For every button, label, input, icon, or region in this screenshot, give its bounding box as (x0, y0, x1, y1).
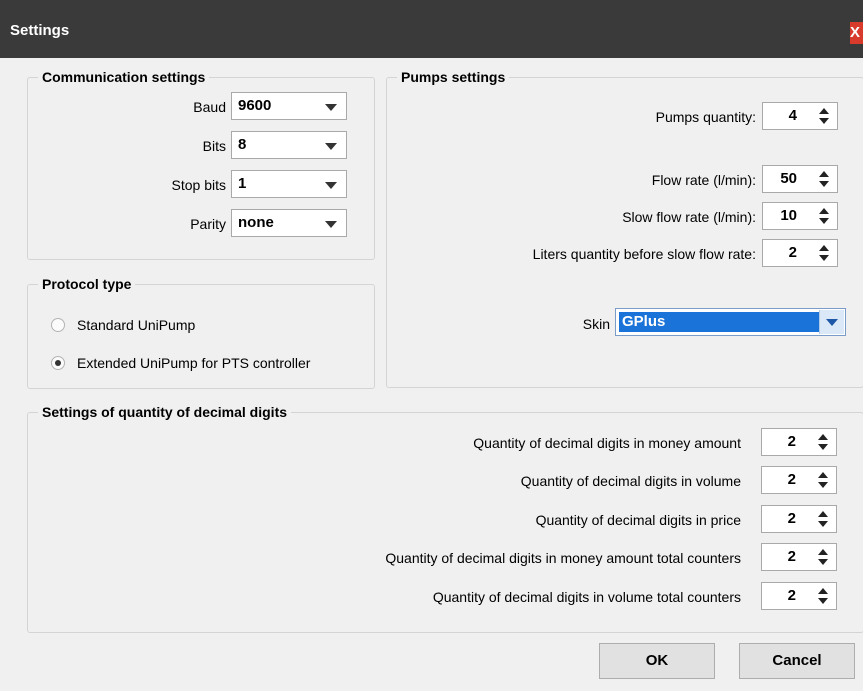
pumps-quantity-label: Pumps quantity: (655, 109, 756, 125)
decimal-money-total-value: 2 (787, 548, 796, 565)
decimal-price-label: Quantity of decimal digits in price (535, 512, 741, 528)
parity-label: Parity (190, 216, 226, 232)
liters-before-slow-stepper[interactable]: 2 (762, 239, 838, 267)
spin-arrows-icon[interactable] (818, 472, 828, 488)
pumps-quantity-value: 4 (788, 107, 797, 124)
communication-settings-title: Communication settings (38, 68, 210, 86)
parity-value: none (238, 214, 274, 231)
chevron-down-icon (325, 221, 337, 228)
decimal-price-value: 2 (787, 510, 796, 527)
extended-unipump-radio[interactable] (51, 356, 65, 370)
spin-arrows-icon[interactable] (818, 511, 828, 527)
slow-flow-rate-label: Slow flow rate (l/min): (622, 209, 756, 225)
spin-arrows-icon[interactable] (819, 108, 829, 124)
bits-label: Bits (202, 138, 226, 154)
radio-selected-dot (55, 360, 61, 366)
close-button[interactable]: X (850, 22, 863, 44)
spin-arrows-icon[interactable] (819, 245, 829, 261)
title-bar: Settings X (0, 0, 863, 58)
slow-flow-rate-value: 10 (780, 207, 797, 224)
skin-value: GPlus (619, 312, 819, 332)
chevron-down-icon (325, 104, 337, 111)
stop-bits-label: Stop bits (171, 177, 226, 193)
bits-value: 8 (238, 136, 247, 153)
skin-dropdown-button[interactable] (819, 310, 844, 334)
decimal-money-total-label: Quantity of decimal digits in money amou… (385, 550, 741, 566)
spin-arrows-icon[interactable] (818, 434, 828, 450)
protocol-type-group: Protocol type (27, 275, 375, 389)
skin-select[interactable]: GPlus (615, 308, 846, 336)
bits-select[interactable]: 8 (231, 131, 347, 159)
chevron-down-icon (826, 319, 838, 326)
window-title: Settings (10, 22, 70, 39)
baud-value: 9600 (238, 97, 272, 114)
flow-rate-label: Flow rate (l/min): (651, 172, 756, 188)
decimal-price-stepper[interactable]: 2 (761, 505, 837, 533)
cancel-button[interactable]: Cancel (739, 643, 855, 679)
settings-dialog: Settings X Communication settings Baud 9… (0, 0, 863, 691)
flow-rate-stepper[interactable]: 50 (762, 165, 838, 193)
slow-flow-rate-stepper[interactable]: 10 (762, 202, 838, 230)
extended-unipump-label[interactable]: Extended UniPump for PTS controller (77, 354, 310, 372)
standard-unipump-label[interactable]: Standard UniPump (77, 316, 195, 334)
decimal-digits-title: Settings of quantity of decimal digits (38, 403, 292, 421)
protocol-type-title: Protocol type (38, 275, 136, 293)
pumps-quantity-stepper[interactable]: 4 (762, 102, 838, 130)
chevron-down-icon (325, 182, 337, 189)
spin-arrows-icon[interactable] (819, 208, 829, 224)
decimal-volume-total-stepper[interactable]: 2 (761, 582, 837, 610)
decimal-money-amount-value: 2 (787, 433, 796, 450)
parity-select[interactable]: none (231, 209, 347, 237)
chevron-down-icon (325, 143, 337, 150)
stop-bits-value: 1 (238, 175, 247, 192)
ok-button[interactable]: OK (599, 643, 715, 679)
liters-before-slow-value: 2 (788, 244, 797, 261)
standard-unipump-radio[interactable] (51, 318, 65, 332)
spin-arrows-icon[interactable] (819, 171, 829, 187)
decimal-volume-total-value: 2 (787, 587, 796, 604)
baud-select[interactable]: 9600 (231, 92, 347, 120)
decimal-money-total-stepper[interactable]: 2 (761, 543, 837, 571)
decimal-money-amount-label: Quantity of decimal digits in money amou… (473, 435, 741, 451)
decimal-volume-value: 2 (787, 471, 796, 488)
decimal-volume-total-label: Quantity of decimal digits in volume tot… (432, 589, 741, 605)
spin-arrows-icon[interactable] (818, 588, 828, 604)
decimal-volume-label: Quantity of decimal digits in volume (520, 473, 741, 489)
liters-before-slow-label: Liters quantity before slow flow rate: (532, 246, 756, 262)
flow-rate-value: 50 (780, 170, 797, 187)
skin-label: Skin (582, 316, 610, 332)
pumps-settings-title: Pumps settings (397, 68, 510, 86)
stop-bits-select[interactable]: 1 (231, 170, 347, 198)
baud-label: Baud (193, 99, 226, 115)
spin-arrows-icon[interactable] (818, 549, 828, 565)
decimal-money-amount-stepper[interactable]: 2 (761, 428, 837, 456)
decimal-volume-stepper[interactable]: 2 (761, 466, 837, 494)
